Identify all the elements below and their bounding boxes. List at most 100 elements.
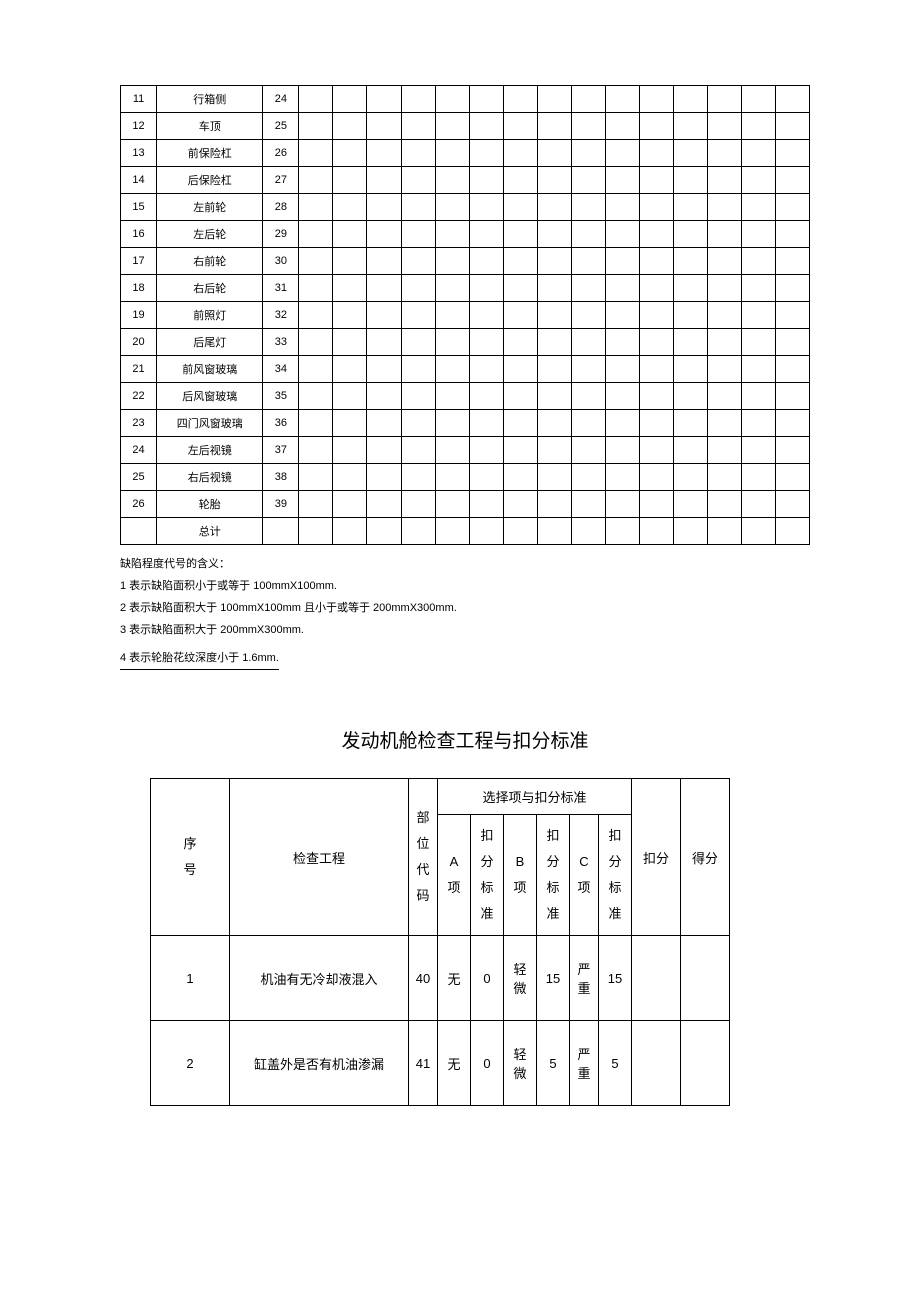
empty-cell [503,410,537,437]
row-a-std: 0 [471,936,504,1021]
table-row: 14后保险杠27 [121,167,810,194]
empty-cell [741,329,775,356]
row-b: 轻微 [504,936,537,1021]
empty-cell [401,167,435,194]
table-row: 1机油有无冷却液混入40无0轻微15严重15 [151,936,730,1021]
empty-cell [707,86,741,113]
empty-cell [775,194,809,221]
col-item: 检查工程 [230,779,409,936]
col-partcode: 部位代码 [409,779,438,936]
empty-cell [435,356,469,383]
empty-cell [435,275,469,302]
col-b: B项 [504,815,537,936]
empty-cell [605,194,639,221]
empty-cell [571,113,605,140]
row-b-std: 15 [537,936,570,1021]
empty-cell [435,491,469,518]
row-code: 39 [263,491,299,518]
row-c: 严重 [570,936,599,1021]
row-code: 35 [263,383,299,410]
empty-cell [639,410,673,437]
empty-cell [367,113,401,140]
empty-cell [707,491,741,518]
empty-cell [639,221,673,248]
empty-cell [469,194,503,221]
empty-cell [537,86,571,113]
empty-cell [435,140,469,167]
row-score [681,1021,730,1106]
empty-cell [299,302,333,329]
empty-cell [367,140,401,167]
row-item: 机油有无冷却液混入 [230,936,409,1021]
empty-cell [469,248,503,275]
empty-cell [367,437,401,464]
empty-cell [469,464,503,491]
row-num: 23 [121,410,157,437]
row-num: 19 [121,302,157,329]
empty-cell [707,167,741,194]
empty-cell [571,410,605,437]
row-code: 29 [263,221,299,248]
empty-cell [401,302,435,329]
empty-cell [503,383,537,410]
empty-cell [469,167,503,194]
empty-cell [741,356,775,383]
empty-cell [673,383,707,410]
empty-cell [333,140,367,167]
row-code: 38 [263,464,299,491]
empty-cell [605,248,639,275]
empty-cell [775,248,809,275]
empty-cell [775,221,809,248]
empty-cell [571,167,605,194]
empty-cell [673,437,707,464]
empty-cell [503,464,537,491]
empty-cell [537,248,571,275]
row-a-std: 0 [471,1021,504,1106]
empty-cell [503,302,537,329]
empty-cell [741,86,775,113]
empty-cell [299,491,333,518]
empty-cell [571,275,605,302]
empty-cell [401,383,435,410]
empty-cell [401,329,435,356]
empty-cell [639,86,673,113]
table-row: 20后尾灯33 [121,329,810,356]
empty-cell [775,302,809,329]
empty-cell [571,383,605,410]
empty-cell [639,356,673,383]
row-code: 31 [263,275,299,302]
empty-cell [537,464,571,491]
row-num: 13 [121,140,157,167]
empty-cell [775,356,809,383]
empty-cell [571,86,605,113]
row-label: 四门风窗玻璃 [157,410,263,437]
empty-cell [673,356,707,383]
table-row: 23四门风窗玻璃36 [121,410,810,437]
empty-cell [333,383,367,410]
row-label: 后风窗玻璃 [157,383,263,410]
row-label: 左后轮 [157,221,263,248]
empty-cell [503,437,537,464]
empty-cell [571,464,605,491]
empty-cell [537,221,571,248]
empty-cell [673,221,707,248]
defect-notes: 缺陷程度代号的含义： 1 表示缺陷面积小于或等于 100mmX100mm. 2 … [120,555,810,676]
empty-cell [469,356,503,383]
row-code: 37 [263,437,299,464]
empty-cell [503,248,537,275]
row-code: 28 [263,194,299,221]
empty-cell [299,275,333,302]
empty-cell [741,221,775,248]
empty-cell [741,140,775,167]
empty-cell [775,491,809,518]
row-label: 右后轮 [157,275,263,302]
table-row: 21前风窗玻璃34 [121,356,810,383]
row-num: 2 [151,1021,230,1106]
row-score [681,936,730,1021]
row-code: 25 [263,113,299,140]
empty-cell [707,329,741,356]
empty-cell [537,491,571,518]
row-label: 后保险杠 [157,167,263,194]
empty-cell [435,410,469,437]
empty-cell [775,437,809,464]
